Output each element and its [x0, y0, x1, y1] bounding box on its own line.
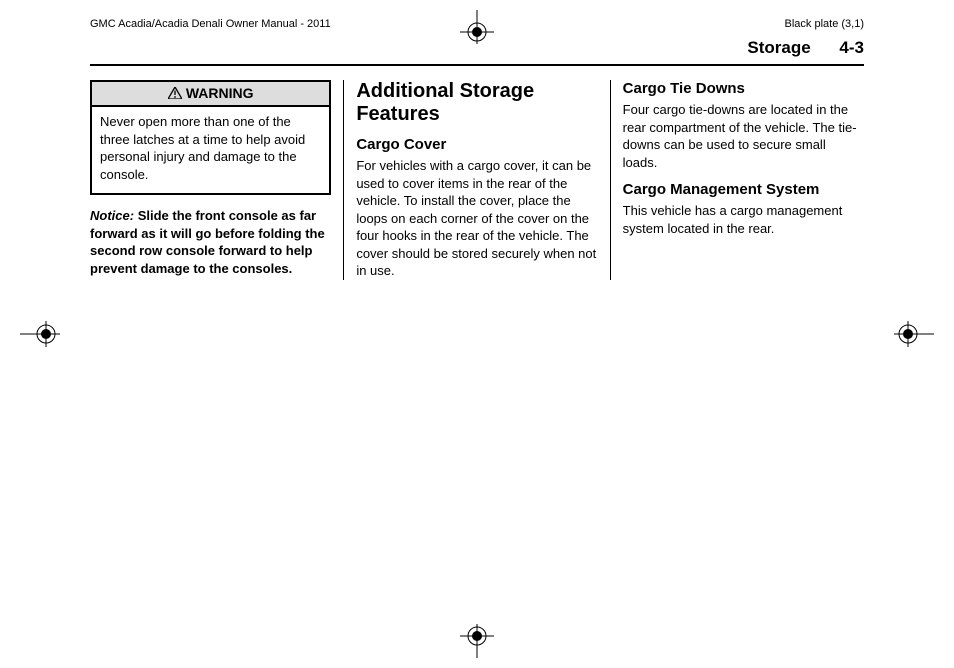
registration-mark-icon — [894, 319, 934, 349]
warning-label-text: WARNING — [186, 85, 254, 101]
column-2: Additional Storage Features Cargo Cover … — [343, 80, 609, 280]
cargo-management-paragraph: This vehicle has a cargo management syst… — [623, 202, 864, 237]
manual-title: GMC Acadia/Acadia Denali Owner Manual - … — [90, 18, 331, 30]
section-heading: Additional Storage Features — [356, 80, 597, 126]
warning-title: WARNING — [92, 82, 329, 107]
registration-mark-icon — [452, 624, 502, 658]
registration-mark-icon — [20, 319, 60, 349]
notice-paragraph: Notice: Slide the front console as far f… — [90, 207, 331, 277]
warning-box: WARNING Never open more than one of the … — [90, 80, 331, 195]
section-name: Storage — [747, 38, 810, 57]
content-columns: WARNING Never open more than one of the … — [90, 80, 864, 280]
subsection-cargo-cover: Cargo Cover — [356, 136, 597, 153]
subsection-cargo-tie-downs: Cargo Tie Downs — [623, 80, 864, 97]
notice-label: Notice: — [90, 208, 134, 223]
column-1: WARNING Never open more than one of the … — [90, 80, 343, 280]
registration-mark-icon — [452, 10, 502, 44]
subsection-cargo-management: Cargo Management System — [623, 181, 864, 198]
warning-body: Never open more than one of the three la… — [92, 107, 329, 193]
cargo-cover-paragraph: For vehicles with a cargo cover, it can … — [356, 157, 597, 280]
page-number: 4-3 — [839, 38, 864, 57]
warning-triangle-icon — [168, 86, 182, 102]
column-3: Cargo Tie Downs Four cargo tie-downs are… — [610, 80, 864, 280]
plate-info: Black plate (3,1) — [785, 18, 864, 30]
cargo-tie-downs-paragraph: Four cargo tie-downs are located in the … — [623, 101, 864, 171]
